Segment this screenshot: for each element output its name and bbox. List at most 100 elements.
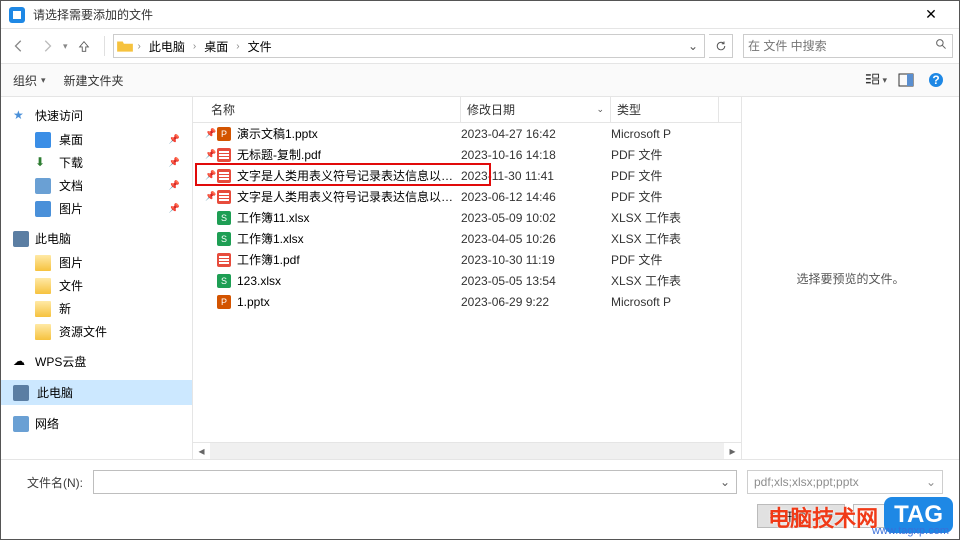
file-date: 2023-11-30 11:41: [461, 169, 611, 183]
history-dropdown[interactable]: ▾: [63, 41, 68, 52]
sidebar-network[interactable]: 网络: [1, 411, 192, 436]
file-type: PDF 文件: [611, 251, 719, 268]
sidebar-this-pc[interactable]: 此电脑: [1, 380, 192, 405]
window-title: 请选择需要添加的文件: [33, 6, 911, 23]
file-type: Microsoft P: [611, 127, 719, 141]
forward-button[interactable]: [35, 34, 59, 58]
preview-pane: 选择要预览的文件。: [741, 97, 959, 459]
file-row[interactable]: P1.pptx2023-06-29 9:22Microsoft P: [193, 291, 741, 312]
breadcrumb-item[interactable]: 此电脑: [145, 38, 189, 55]
sidebar-label: 此电脑: [37, 384, 73, 401]
file-type-icon: [215, 252, 233, 268]
sidebar-item-documents[interactable]: 文档📌: [31, 174, 192, 197]
back-button[interactable]: [7, 34, 31, 58]
app-icon: [9, 7, 25, 23]
caret-down-icon: ▾: [41, 75, 46, 86]
file-type-icon: [215, 189, 233, 205]
file-row[interactable]: 📌文字是人类用表义符号记录表达信息以传...2023-11-30 11:41PD…: [193, 165, 741, 186]
file-row[interactable]: 工作簿1.pdf2023-10-30 11:19PDF 文件: [193, 249, 741, 270]
sidebar-item-folder[interactable]: 图片: [31, 251, 192, 274]
file-type-icon: S: [215, 231, 233, 247]
pin-icon: 📌: [169, 180, 180, 191]
sidebar-item-folder[interactable]: 资源文件: [31, 320, 192, 343]
column-header-name[interactable]: 名称: [205, 97, 461, 122]
organize-label: 组织: [13, 72, 37, 89]
chevron-right-icon[interactable]: ›: [134, 41, 145, 52]
open-button[interactable]: 打开(O)▾: [757, 504, 845, 528]
svg-text:?: ?: [932, 73, 939, 87]
close-button[interactable]: ✕: [911, 6, 951, 23]
sidebar-label: WPS云盘: [35, 353, 86, 370]
sidebar-item-label: 文件: [59, 277, 83, 294]
file-row[interactable]: 📌无标题-复制.pdf2023-10-16 14:18PDF 文件: [193, 144, 741, 165]
folder-icon: [35, 301, 51, 317]
chevron-right-icon[interactable]: ›: [232, 41, 243, 52]
breadcrumb-dropdown[interactable]: ⌄: [684, 39, 702, 53]
file-row[interactable]: S工作簿11.xlsx2023-05-09 10:02XLSX 工作表: [193, 207, 741, 228]
file-name: 工作簿11.xlsx: [237, 209, 461, 226]
column-header-row: 名称 修改日期⌄ 类型: [193, 97, 741, 123]
sidebar-item-desktop[interactable]: 桌面 📌: [31, 128, 192, 151]
file-row[interactable]: S123.xlsx2023-05-05 13:54XLSX 工作表: [193, 270, 741, 291]
column-header-date[interactable]: 修改日期⌄: [461, 97, 611, 122]
view-mode-button[interactable]: ▾: [865, 69, 887, 91]
file-row[interactable]: S工作簿1.xlsx2023-04-05 10:26XLSX 工作表: [193, 228, 741, 249]
file-row[interactable]: 📌P演示文稿1.pptx2023-04-27 16:42Microsoft P: [193, 123, 741, 144]
sidebar-item-folder[interactable]: 新: [31, 297, 192, 320]
pictures-icon: [35, 201, 51, 217]
sidebar-item-label: 图片: [59, 254, 83, 271]
search-icon[interactable]: [935, 38, 948, 54]
chevron-right-icon[interactable]: ›: [189, 41, 200, 52]
scroll-left-icon[interactable]: ◂: [193, 444, 210, 458]
pin-icon: 📌: [205, 128, 215, 139]
toolbar: 组织 ▾ 新建文件夹 ▾ ?: [1, 63, 959, 97]
sidebar-item-pictures[interactable]: 图片📌: [31, 197, 192, 220]
sidebar-item-label: 桌面: [59, 131, 83, 148]
column-header-type[interactable]: 类型: [611, 97, 719, 122]
horizontal-scrollbar[interactable]: ◂ ▸: [193, 442, 741, 459]
footer: 文件名(N): ⌄ pdf;xls;xlsx;ppt;pptx⌄ 打开(O)▾ …: [1, 459, 959, 539]
file-type-icon: [215, 168, 233, 184]
caret-down-icon: ▾: [828, 511, 833, 522]
file-list-body[interactable]: 📌P演示文稿1.pptx2023-04-27 16:42Microsoft P📌…: [193, 123, 741, 442]
filename-input[interactable]: ⌄: [93, 470, 737, 494]
file-type: XLSX 工作表: [611, 230, 719, 247]
file-type-filter[interactable]: pdf;xls;xlsx;ppt;pptx⌄: [747, 470, 943, 494]
file-date: 2023-04-27 16:42: [461, 127, 611, 141]
breadcrumb[interactable]: › 此电脑 › 桌面 › 文件 ⌄: [113, 34, 705, 58]
file-name: 工作簿1.pdf: [237, 251, 461, 268]
pin-icon: 📌: [205, 170, 215, 181]
pin-icon: 📌: [169, 134, 180, 145]
sidebar-label: 快速访问: [35, 107, 83, 124]
filter-label: pdf;xls;xlsx;ppt;pptx: [754, 475, 859, 489]
sidebar-this-pc-expand[interactable]: 此电脑: [1, 226, 192, 251]
file-name: 文字是人类用表义符号记录表达信息以传...: [237, 188, 461, 205]
breadcrumb-item[interactable]: 桌面: [200, 38, 232, 55]
folder-icon: [116, 37, 134, 55]
filename-dropdown[interactable]: ⌄: [720, 475, 730, 489]
sidebar-wps[interactable]: ☁WPS云盘: [1, 349, 192, 374]
file-list: 名称 修改日期⌄ 类型 📌P演示文稿1.pptx2023-04-27 16:42…: [193, 97, 741, 459]
search-input[interactable]: [748, 39, 935, 53]
file-type-icon: S: [215, 273, 233, 289]
organize-menu[interactable]: 组织 ▾: [13, 72, 46, 89]
breadcrumb-item[interactable]: 文件: [244, 38, 276, 55]
sidebar-quick-access[interactable]: ★ 快速访问: [1, 103, 192, 128]
search-box[interactable]: [743, 34, 953, 58]
scroll-right-icon[interactable]: ▸: [724, 444, 741, 458]
up-button[interactable]: [72, 34, 96, 58]
preview-pane-button[interactable]: [895, 69, 917, 91]
pin-icon: 📌: [205, 191, 215, 202]
file-name: 文字是人类用表义符号记录表达信息以传...: [237, 167, 461, 184]
sidebar-item-downloads[interactable]: ⬇下载📌: [31, 151, 192, 174]
file-date: 2023-05-09 10:02: [461, 211, 611, 225]
download-icon: ⬇: [35, 155, 51, 171]
sidebar-item-folder[interactable]: 文件: [31, 274, 192, 297]
help-button[interactable]: ?: [925, 69, 947, 91]
sidebar-label: 网络: [35, 415, 59, 432]
file-row[interactable]: 📌文字是人类用表义符号记录表达信息以传...2023-06-12 14:46PD…: [193, 186, 741, 207]
pc-icon: [13, 385, 29, 401]
refresh-button[interactable]: [709, 34, 733, 58]
new-folder-button[interactable]: 新建文件夹: [64, 72, 124, 89]
file-date: 2023-10-30 11:19: [461, 253, 611, 267]
